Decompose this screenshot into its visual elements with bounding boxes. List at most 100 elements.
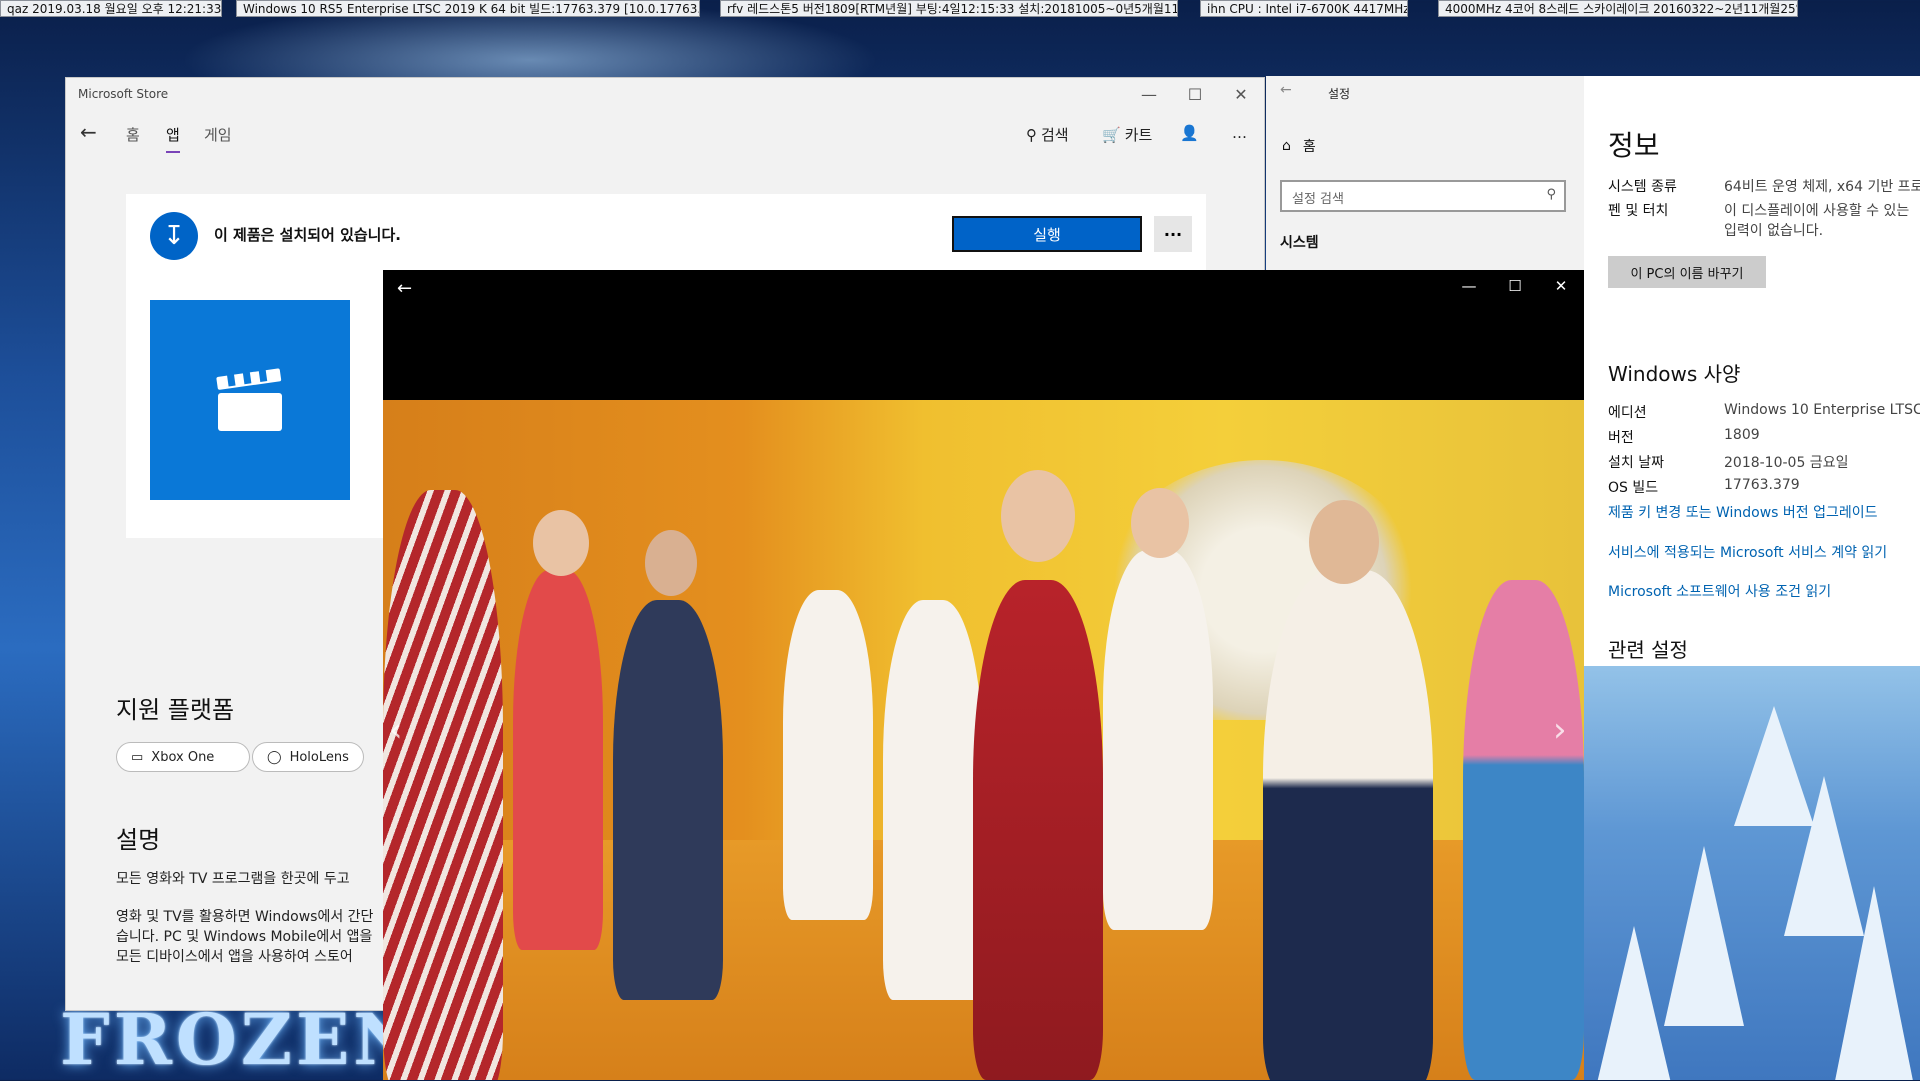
description-line: 습니다. PC 및 Windows Mobile에서 앱을	[116, 929, 373, 945]
dancer-head	[1309, 500, 1379, 584]
dancer	[783, 590, 873, 920]
settings-home-item[interactable]: ⌂ 홈	[1282, 136, 1316, 156]
snow-tree	[1594, 926, 1674, 1080]
player-minimize-button[interactable]: —	[1446, 270, 1492, 302]
row-label: 설치 날짜	[1608, 455, 1664, 471]
platform-label: HoloLens	[289, 749, 349, 765]
wallpaper-snow-scene	[1584, 666, 1920, 1080]
wallpaper-logo: FROZEN	[60, 998, 422, 1081]
next-chevron-icon[interactable]: ›	[1553, 710, 1567, 750]
related-settings-title: 관련 설정	[1608, 638, 1688, 662]
license-terms-link[interactable]: Microsoft 소프트웨어 사용 조건 읽기	[1608, 581, 1831, 601]
dancer-head	[645, 530, 697, 596]
row-label: 에디션	[1608, 405, 1647, 421]
description-line: 영화 및 TV를 활용하면 Windows에서 간단	[116, 909, 374, 925]
search-label: 검색	[1041, 126, 1069, 144]
cart-label: 카트	[1124, 126, 1153, 144]
home-icon: ⌂	[1282, 138, 1291, 154]
dancer-striped-shirt	[383, 490, 503, 1080]
dancer-head	[533, 510, 589, 576]
installed-banner: ↧ 이 제품은 설치되어 있습니다. 실행 ···	[126, 194, 1206, 276]
rename-pc-button[interactable]: 이 PC의 이름 바꾸기	[1608, 256, 1766, 288]
banner-more-button[interactable]: ···	[1154, 216, 1192, 252]
app-card	[126, 276, 426, 538]
dancer	[1103, 550, 1213, 930]
installed-message: 이 제품은 설치되어 있습니다.	[214, 226, 401, 244]
platform-chip-hololens: ◯ HoloLens	[252, 742, 364, 772]
info-chip-cpu-detail: 4000MHz 4코어 8스레드 스카이레이크 20160322~2년11개월2…	[1438, 0, 1798, 17]
clapperboard-icon	[216, 368, 282, 431]
account-icon[interactable]: 👤	[1180, 124, 1199, 142]
info-chip-datetime: qaz 2019.03.18 월요일 오후 12:21:33	[0, 0, 222, 17]
info-chip-uptime: rfv 레드스톤5 버전1809[RTM년월] 부팅:4일12:15:33 설치…	[720, 0, 1178, 17]
store-titlebar: Microsoft Store — ☐ ✕	[66, 78, 1264, 110]
store-maximize-button[interactable]: ☐	[1172, 78, 1218, 110]
player-titlebar: ← — ☐ ✕	[383, 270, 1584, 400]
dancer-head	[1131, 488, 1189, 558]
cart-button[interactable]: 🛒 카트	[1102, 124, 1152, 145]
video-frame[interactable]: ‹ ›	[383, 400, 1584, 1080]
description-line: 모든 영화와 TV 프로그램을 한곳에 두고	[116, 871, 350, 887]
description-line: 모든 디바이스에서 앱을 사용하여 스토어	[116, 949, 353, 965]
dancer	[613, 600, 723, 1000]
info-chip-os: Windows 10 RS5 Enterprise LTSC 2019 K 64…	[236, 0, 700, 17]
platforms-title: 지원 플랫폼	[116, 696, 235, 724]
tab-home[interactable]: 홈	[126, 124, 140, 145]
row-value: 이 디스플레이에 사용할 수 있는	[1724, 203, 1910, 219]
description-title: 설명	[116, 826, 161, 854]
settings-home-label: 홈	[1302, 139, 1316, 155]
platform-label: Xbox One	[151, 749, 215, 765]
search-button[interactable]: ⚲ 검색	[1026, 124, 1069, 145]
store-minimize-button[interactable]: —	[1126, 78, 1172, 110]
platform-chip-xbox: ▭ Xbox One	[116, 742, 250, 772]
snow-tree	[1664, 846, 1744, 1026]
settings-about-pane: 정보 시스템 종류 64비트 운영 체제, x64 기반 프로 펜 및 터치 이…	[1584, 76, 1920, 666]
dancer-pink-hanbok	[1463, 580, 1584, 1080]
cart-icon: 🛒	[1102, 125, 1121, 144]
snow-tree	[1834, 886, 1914, 1080]
settings-search-placeholder: 설정 검색	[1292, 192, 1344, 207]
row-value: 64비트 운영 체제, x64 기반 프로	[1724, 179, 1920, 195]
search-icon: ⚲	[1546, 187, 1556, 202]
row-value: Windows 10 Enterprise LTSC	[1724, 402, 1920, 418]
settings-search-input[interactable]: 설정 검색 ⚲	[1280, 180, 1566, 212]
search-icon: ⚲	[1026, 125, 1037, 144]
row-value: 1809	[1724, 427, 1760, 443]
system-info-bar: qaz 2019.03.18 월요일 오후 12:21:33 Windows 1…	[0, 0, 1920, 18]
hololens-icon: ◯	[267, 749, 282, 765]
service-agreement-link[interactable]: 서비스에 적용되는 Microsoft 서비스 계약 읽기	[1608, 542, 1887, 562]
tab-apps[interactable]: 앱	[166, 124, 180, 153]
store-window-title: Microsoft Store	[78, 87, 169, 101]
store-navbar: ← 홈 앱 게임 ⚲ 검색 🛒 카트 👤 …	[66, 114, 1264, 158]
player-maximize-button[interactable]: ☐	[1492, 270, 1538, 302]
info-chip-cpu: ihn CPU : Intel i7-6700K 4417MHz	[1200, 0, 1408, 17]
player-close-button[interactable]: ✕	[1538, 270, 1584, 302]
dancer	[883, 600, 983, 1000]
launch-button[interactable]: 실행	[952, 216, 1142, 252]
previous-chevron-icon[interactable]: ‹	[389, 710, 403, 750]
row-value: 입력이 없습니다.	[1724, 223, 1824, 239]
row-value: 2018-10-05 금요일	[1724, 455, 1849, 471]
player-back-icon[interactable]: ←	[397, 278, 412, 299]
settings-title: 설정	[1328, 87, 1351, 101]
back-arrow-icon[interactable]: ←	[80, 120, 97, 144]
video-player-window: ← — ☐ ✕ ‹ ›	[383, 270, 1584, 1080]
settings-category-system: 시스템	[1280, 235, 1319, 251]
windows-spec-title: Windows 사양	[1608, 362, 1741, 386]
more-options-button[interactable]: …	[1232, 124, 1247, 142]
row-label: OS 빌드	[1608, 480, 1659, 496]
settings-back-icon[interactable]: ←	[1280, 82, 1292, 98]
dancer-hanbok	[1263, 570, 1433, 1080]
tab-games[interactable]: 게임	[204, 124, 232, 145]
row-value: 17763.379	[1724, 477, 1800, 493]
dancer-head	[1001, 470, 1075, 562]
dancer-red-dress	[973, 580, 1103, 1080]
about-title: 정보	[1608, 129, 1660, 162]
store-close-button[interactable]: ✕	[1218, 78, 1264, 110]
row-label: 버전	[1608, 430, 1634, 446]
dancer	[513, 570, 603, 950]
row-label: 펜 및 터치	[1608, 203, 1669, 219]
product-key-link[interactable]: 제품 키 변경 또는 Windows 버전 업그레이드	[1608, 502, 1878, 522]
download-complete-icon: ↧	[150, 212, 198, 260]
app-tile	[150, 300, 350, 500]
